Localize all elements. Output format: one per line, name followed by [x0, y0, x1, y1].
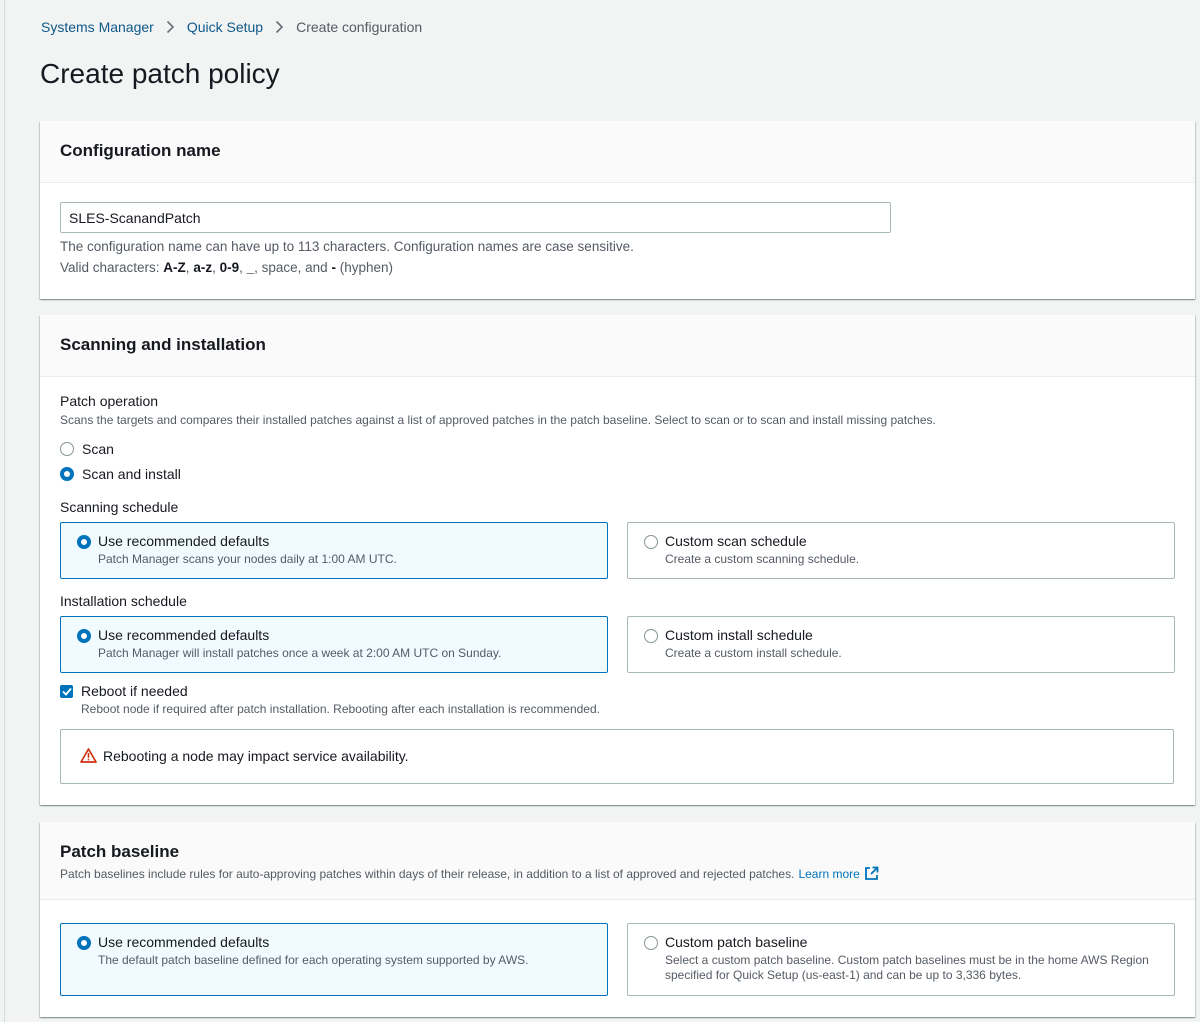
patch-operation-label: Patch operation: [60, 393, 159, 409]
tile-custom-scan-schedule[interactable]: Custom scan schedule Create a custom sca…: [627, 522, 1175, 579]
tile-label: Use recommended defaults: [98, 627, 270, 643]
panel-header: Patch baseline Patch baselines include r…: [40, 822, 1195, 900]
radio-button[interactable]: [644, 936, 658, 950]
warning-icon: [80, 748, 97, 768]
configuration-name-panel: Configuration name The configuration nam…: [40, 121, 1195, 299]
panel-header: Scanning and installation: [40, 315, 1195, 377]
hint-text: ,: [239, 260, 247, 275]
tile-radio[interactable]: [77, 936, 91, 955]
radio-button[interactable]: [60, 442, 74, 456]
radio-button[interactable]: [644, 629, 658, 643]
left-divider: [4, 0, 5, 1022]
radio-scan[interactable]: Scan: [60, 441, 114, 457]
chevron-right-icon: [166, 20, 175, 34]
tile-label: Use recommended defaults: [98, 934, 270, 950]
panel-title: Scanning and installation: [60, 335, 266, 354]
breadcrumb-systems-manager[interactable]: Systems Manager: [41, 19, 154, 35]
configuration-name-input[interactable]: [60, 202, 891, 233]
alert-text: Rebooting a node may impact service avai…: [103, 748, 409, 764]
hint-chars: 0-9: [219, 260, 240, 275]
reboot-checkbox[interactable]: [60, 685, 73, 698]
scanning-schedule-label: Scanning schedule: [60, 499, 179, 515]
tile-radio[interactable]: [644, 535, 658, 554]
reboot-warning-alert: Rebooting a node may impact service avai…: [60, 729, 1174, 784]
scanning-installation-panel: Scanning and installation Patch operatio…: [40, 315, 1195, 805]
description-text: Patch baselines include rules for auto-a…: [60, 866, 795, 881]
patch-baseline-description: Patch baselines include rules for auto-a…: [60, 866, 1175, 881]
panel-title: Patch baseline: [60, 842, 180, 861]
radio-button[interactable]: [77, 629, 91, 643]
hint-text: , space, and: [254, 260, 332, 275]
radio-button[interactable]: [77, 936, 91, 950]
panel-header: Configuration name: [40, 121, 1195, 183]
chevron-right-icon: [275, 20, 284, 34]
patch-baseline-panel: Patch baseline Patch baselines include r…: [40, 822, 1195, 1017]
breadcrumb-current: Create configuration: [296, 19, 423, 35]
hint-chars: _: [246, 260, 255, 275]
tile-description: The default patch baseline defined for e…: [98, 953, 529, 967]
valid-characters-hint: Valid characters: A-Z, a-z, 0-9, _, spac…: [60, 260, 393, 275]
tile-label: Custom install schedule: [665, 627, 813, 643]
hint-chars: a-z: [193, 260, 213, 275]
hint-chars: A-Z: [163, 260, 186, 275]
radio-label: Scan and install: [82, 466, 181, 482]
checkmark-icon: [61, 687, 72, 696]
radio-label: Scan: [82, 441, 114, 457]
tile-description: Create a custom scanning schedule.: [665, 552, 860, 566]
radio-button[interactable]: [644, 535, 658, 549]
learn-more-link[interactable]: Learn more: [798, 866, 879, 881]
tile-radio[interactable]: [644, 629, 658, 648]
installation-schedule-label: Installation schedule: [60, 593, 187, 609]
external-link-icon: [864, 866, 879, 880]
hint-text: Valid characters:: [60, 260, 164, 275]
page-title: Create patch policy: [40, 58, 280, 89]
tile-description: Patch Manager scans your nodes daily at …: [98, 552, 397, 566]
learn-more-label[interactable]: Learn more: [798, 867, 859, 881]
patch-operation-description: Scans the targets and compares their ins…: [60, 413, 936, 427]
tile-description: Select a custom patch baseline. Custom p…: [665, 953, 1149, 982]
radio-scan-and-install[interactable]: Scan and install: [60, 466, 181, 482]
tile-custom-install-schedule[interactable]: Custom install schedule Create a custom …: [627, 616, 1175, 673]
tile-radio[interactable]: [77, 535, 91, 554]
configuration-name-hint: The configuration name can have up to 11…: [60, 239, 634, 254]
breadcrumb: Systems Manager Quick Setup Create confi…: [41, 19, 422, 35]
reboot-label[interactable]: Reboot if needed: [81, 683, 188, 699]
hint-text: (hyphen): [335, 260, 393, 275]
breadcrumb-quick-setup[interactable]: Quick Setup: [187, 19, 263, 35]
tile-label: Custom patch baseline: [665, 934, 808, 950]
tile-description: Patch Manager will install patches once …: [98, 646, 502, 660]
tile-custom-patch-baseline[interactable]: Custom patch baseline Select a custom pa…: [627, 923, 1175, 996]
tile-label: Use recommended defaults: [98, 533, 270, 549]
tile-radio[interactable]: [644, 936, 658, 955]
radio-button[interactable]: [60, 467, 74, 481]
tile-label: Custom scan schedule: [665, 533, 807, 549]
radio-button[interactable]: [77, 535, 91, 549]
hint-text: ,: [212, 260, 220, 275]
tile-baseline-recommended-defaults[interactable]: Use recommended defaults The default pat…: [60, 923, 608, 996]
tile-radio[interactable]: [77, 629, 91, 648]
tile-description: Create a custom install schedule.: [665, 646, 842, 660]
reboot-description: Reboot node if required after patch inst…: [81, 702, 600, 716]
tile-scan-recommended-defaults[interactable]: Use recommended defaults Patch Manager s…: [60, 522, 608, 579]
tile-install-recommended-defaults[interactable]: Use recommended defaults Patch Manager w…: [60, 616, 608, 673]
panel-title: Configuration name: [60, 141, 221, 160]
